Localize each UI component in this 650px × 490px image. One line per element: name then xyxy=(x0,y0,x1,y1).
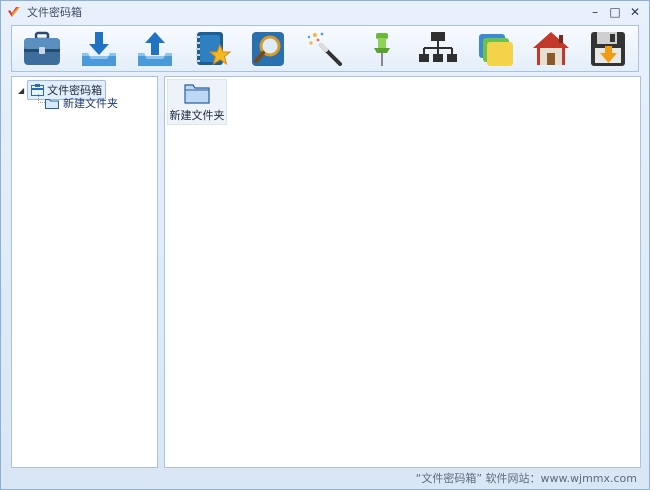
status-bar-text: “文件密码箱” 软件网站：www.wjmmx.com xyxy=(415,472,637,485)
folder-tree[interactable]: ◢ 文件密码箱 新建文件夹 xyxy=(11,76,158,468)
tree-item-label: 新建文件夹 xyxy=(63,97,118,110)
home-button[interactable] xyxy=(529,28,573,70)
folders-button[interactable] xyxy=(473,28,517,70)
folder-large-icon xyxy=(184,84,210,104)
save-button[interactable] xyxy=(586,28,630,70)
import-button[interactable] xyxy=(77,28,121,70)
content-view[interactable]: 新建文件夹 xyxy=(164,76,641,468)
briefcase-button[interactable] xyxy=(20,28,64,70)
app-window: 文件密码箱 – □ ✕ ◢ 文件密码箱 新建文件夹 新建文件夹 “文件密码箱” … xyxy=(0,0,650,490)
toolbar xyxy=(11,25,639,72)
download-tray-icon xyxy=(81,31,116,66)
tree-expander-icon[interactable]: ◢ xyxy=(18,86,24,95)
title-bar[interactable]: 文件密码箱 – □ ✕ xyxy=(1,1,649,23)
floppy-download-icon xyxy=(590,31,625,66)
close-button[interactable]: ✕ xyxy=(625,3,645,21)
briefcase-icon xyxy=(24,31,60,65)
notebook-star-icon xyxy=(195,31,232,65)
home-icon xyxy=(533,31,570,65)
tree-connector xyxy=(38,102,45,103)
maximize-button[interactable]: □ xyxy=(605,3,625,21)
export-button[interactable] xyxy=(133,28,177,70)
hierarchy-icon xyxy=(419,31,458,62)
magnifier-icon xyxy=(252,31,285,66)
favorites-button[interactable] xyxy=(190,28,234,70)
magic-button[interactable] xyxy=(303,28,347,70)
folder-icon xyxy=(45,98,59,109)
search-button[interactable] xyxy=(246,28,290,70)
network-button[interactable] xyxy=(416,28,460,70)
content-item-label: 新建文件夹 xyxy=(169,109,225,122)
magic-wand-icon xyxy=(307,32,342,66)
minimize-button[interactable]: – xyxy=(585,3,605,21)
window-controls: – □ ✕ xyxy=(585,3,645,21)
app-logo-icon xyxy=(8,7,20,17)
upload-tray-icon xyxy=(138,31,173,66)
folders-icon xyxy=(478,33,513,66)
window-title: 文件密码箱 xyxy=(27,6,82,19)
pushpin-icon xyxy=(373,32,390,66)
pin-button[interactable] xyxy=(360,28,404,70)
content-item-new-folder[interactable]: 新建文件夹 xyxy=(167,79,227,125)
tree-item-new-folder[interactable]: 新建文件夹 xyxy=(45,95,118,111)
